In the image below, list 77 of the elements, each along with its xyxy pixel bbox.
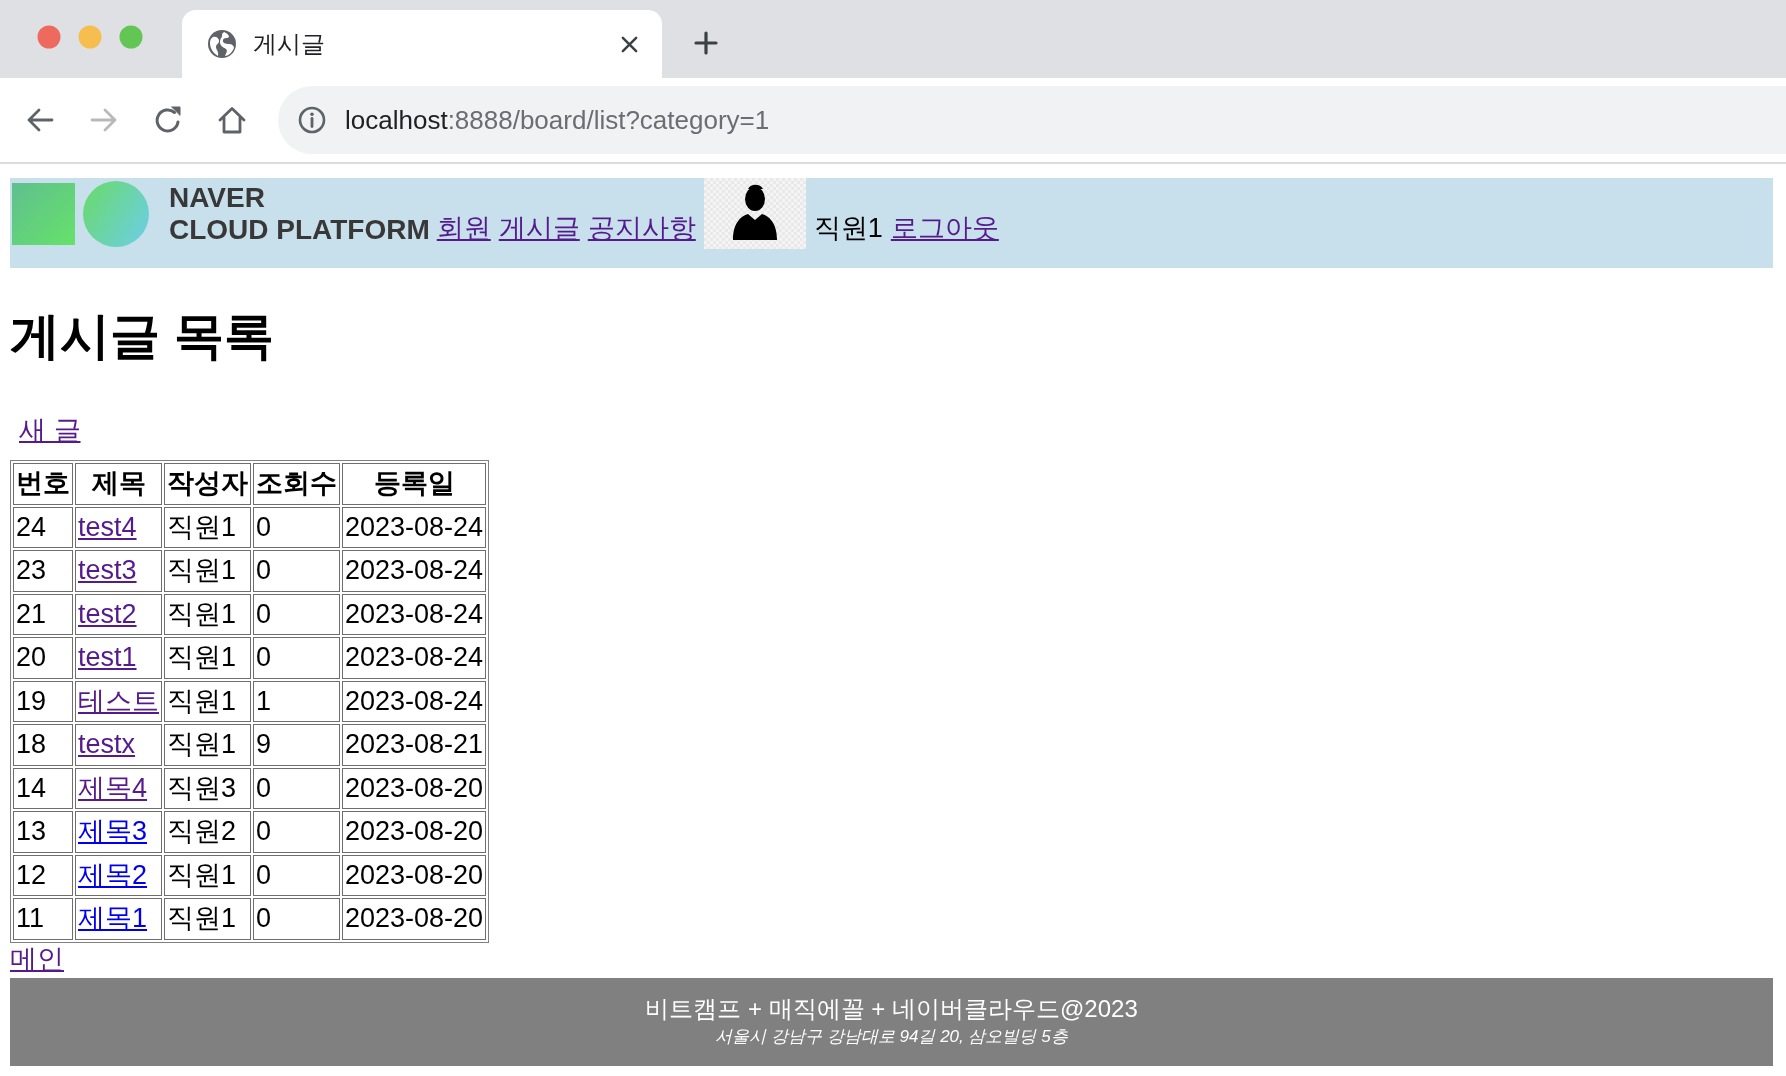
column-header: 작성자 bbox=[164, 463, 251, 505]
table-cell: 직원1 bbox=[164, 898, 251, 940]
table-cell: 13 bbox=[13, 811, 73, 853]
column-header: 조회수 bbox=[253, 463, 340, 505]
post-link[interactable]: test2 bbox=[78, 598, 137, 629]
table-cell: 20 bbox=[13, 637, 73, 679]
table-cell: 0 bbox=[253, 811, 340, 853]
table-cell: 2023-08-24 bbox=[342, 637, 487, 679]
table-cell: 직원2 bbox=[164, 811, 251, 853]
table-cell: 직원1 bbox=[164, 637, 251, 679]
table-cell: 0 bbox=[253, 550, 340, 592]
table-cell: 직원1 bbox=[164, 680, 251, 722]
post-link[interactable]: test4 bbox=[78, 511, 137, 542]
plus-icon[interactable] bbox=[694, 31, 718, 55]
post-link[interactable]: 테스트 bbox=[78, 685, 159, 716]
post-link[interactable]: 제목3 bbox=[78, 816, 148, 846]
table-cell: 2023-08-21 bbox=[342, 724, 487, 766]
main-link[interactable]: 메인 bbox=[10, 943, 64, 974]
column-header: 번호 bbox=[13, 463, 73, 505]
table-cell: 직원1 bbox=[164, 550, 251, 592]
table-cell: 19 bbox=[13, 680, 73, 722]
reload-icon[interactable] bbox=[153, 105, 183, 135]
nav-link[interactable]: 회원 bbox=[436, 212, 491, 244]
table-cell: 0 bbox=[253, 854, 340, 896]
post-link[interactable]: 제목4 bbox=[78, 772, 148, 803]
logo-icon bbox=[12, 178, 152, 248]
table-cell: 직원3 bbox=[164, 767, 251, 809]
table-cell: 2023-08-24 bbox=[342, 680, 487, 722]
table-cell: 직원1 bbox=[164, 854, 251, 896]
logo-text: CLOUD PLATFORM bbox=[169, 214, 430, 246]
table-cell: 2023-08-20 bbox=[342, 854, 487, 896]
table-cell: 0 bbox=[253, 898, 340, 940]
table-cell: 0 bbox=[253, 593, 340, 635]
table-cell: 2023-08-24 bbox=[342, 550, 487, 592]
post-link[interactable]: 제목2 bbox=[78, 859, 148, 890]
table-cell: 14 bbox=[13, 767, 73, 809]
table-cell: 2023-08-24 bbox=[342, 593, 487, 635]
post-link[interactable]: test3 bbox=[78, 555, 137, 585]
table-cell: 직원1 bbox=[164, 724, 251, 766]
table-cell: 11 bbox=[13, 898, 73, 940]
table-cell: 2023-08-20 bbox=[342, 898, 487, 940]
post-link[interactable]: testx bbox=[78, 729, 136, 759]
new-post-link[interactable]: 새 글 bbox=[19, 415, 81, 445]
close-icon[interactable] bbox=[620, 34, 639, 54]
logo-text: NAVER bbox=[169, 182, 266, 214]
post-link[interactable]: 제목1 bbox=[78, 903, 148, 933]
nav-link[interactable]: 게시글 bbox=[498, 212, 580, 244]
browser-tab[interactable]: 게시글 bbox=[182, 10, 662, 78]
table-cell: 0 bbox=[253, 506, 340, 548]
table-cell: 1 bbox=[253, 680, 340, 722]
table-cell: 9 bbox=[253, 724, 340, 766]
table-cell: 직원1 bbox=[164, 506, 251, 548]
table-cell: 12 bbox=[13, 854, 73, 896]
table-cell: 직원1 bbox=[164, 593, 251, 635]
table-cell: 2023-08-20 bbox=[342, 767, 487, 809]
column-header: 등록일 bbox=[342, 463, 487, 505]
user-avatar-icon bbox=[703, 178, 806, 249]
table-cell: 24 bbox=[13, 506, 73, 548]
logout-link[interactable]: 로그아웃 bbox=[890, 212, 999, 244]
table-cell: 2023-08-20 bbox=[342, 811, 487, 853]
column-header: 제목 bbox=[75, 463, 162, 505]
home-icon[interactable] bbox=[217, 105, 247, 135]
table-cell: 0 bbox=[253, 637, 340, 679]
address-field[interactable]: localhost:8888/board/list?category=1 bbox=[278, 86, 1786, 154]
table-cell: 0 bbox=[253, 767, 340, 809]
footer-address: 서울시 강남구 강남대로 94길 20, 삼오빌딩 5층 bbox=[714, 1025, 1069, 1048]
user-name: 직원1 bbox=[813, 212, 883, 244]
footer-text: 비트캠프 + 매직에꼴 + 네이버클라우드@2023 bbox=[644, 993, 1139, 1024]
post-link[interactable]: test1 bbox=[78, 642, 137, 672]
table-cell: 2023-08-24 bbox=[342, 506, 487, 548]
globe-icon bbox=[207, 29, 237, 59]
nav-link[interactable]: 공지사항 bbox=[587, 212, 696, 244]
table-cell: 21 bbox=[13, 593, 73, 635]
info-icon[interactable] bbox=[298, 106, 326, 134]
table-cell: 18 bbox=[13, 724, 73, 766]
table-cell: 23 bbox=[13, 550, 73, 592]
page-title: 게시글 목록 bbox=[10, 307, 275, 366]
